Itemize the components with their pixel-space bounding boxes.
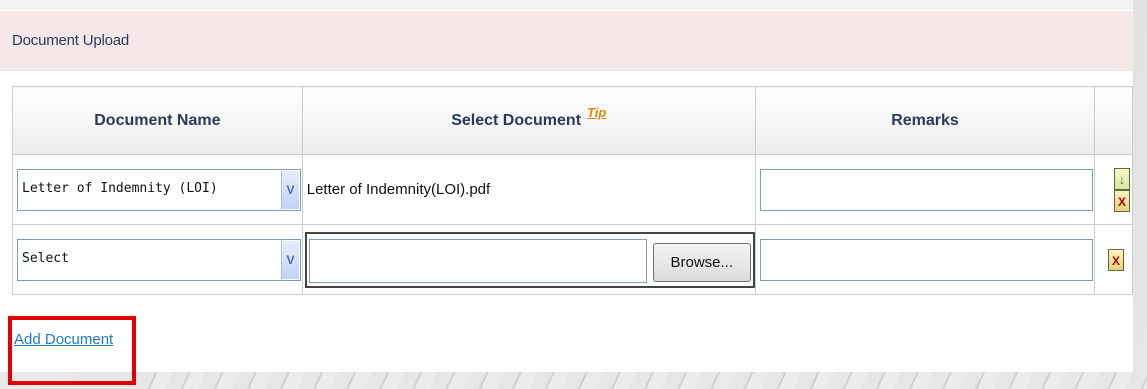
remarks-cell <box>754 154 1096 225</box>
chevron-down-icon[interactable]: V <box>281 170 299 209</box>
document-table: Document Name Select Document Tip Remarks… <box>12 86 1133 295</box>
remarks-input[interactable] <box>759 238 1093 281</box>
remarks-input[interactable] <box>759 168 1093 211</box>
column-header-actions <box>1094 86 1133 155</box>
document-name-cell: Letter of Indemnity (LOI) V <box>12 154 303 225</box>
row-actions-cell: ↓X <box>1094 154 1133 225</box>
column-header-select-document: Select Document Tip <box>301 86 756 155</box>
highlight-box <box>8 316 136 385</box>
document-name-value: Letter of Indemnity (LOI) <box>22 180 218 196</box>
selected-document-cell: Letter of Indemnity(LOI).pdf <box>301 154 756 225</box>
table-header-row: Document Name Select Document Tip Remarks <box>12 86 1133 155</box>
delete-icon[interactable]: X <box>1114 189 1130 212</box>
selected-document-filename: Letter of Indemnity(LOI).pdf <box>306 181 491 198</box>
file-upload-control: Browse... <box>304 231 755 288</box>
table-row: Select V Browse... X <box>12 224 1133 295</box>
file-select-cell: Browse... <box>301 224 756 295</box>
chevron-down-icon[interactable]: V <box>281 240 299 279</box>
top-gap <box>0 0 1133 10</box>
browse-button[interactable]: Browse... <box>652 242 751 282</box>
document-name-cell: Select V <box>12 224 303 295</box>
document-name-select[interactable]: Select V <box>17 238 301 281</box>
document-upload-panel: Document Upload Document Name Select Doc… <box>0 0 1133 372</box>
background-stripes <box>140 372 1147 389</box>
download-icon[interactable]: ↓ <box>1114 167 1130 190</box>
remarks-cell <box>754 224 1096 295</box>
document-name-select[interactable]: Letter of Indemnity (LOI) V <box>17 168 301 211</box>
section-header <box>0 11 1133 71</box>
delete-icon[interactable]: X <box>1108 248 1124 271</box>
column-header-document-name: Document Name <box>12 86 303 155</box>
file-path-input[interactable] <box>308 238 647 283</box>
tip-icon[interactable]: Tip <box>587 105 606 120</box>
section-title: Document Upload <box>12 32 130 49</box>
column-header-remarks: Remarks <box>754 86 1096 155</box>
row-actions-cell: X <box>1094 224 1133 295</box>
table-row: Letter of Indemnity (LOI) V Letter of In… <box>12 154 1133 225</box>
select-document-label: Select Document <box>451 111 582 129</box>
document-name-value: Select <box>22 250 69 266</box>
